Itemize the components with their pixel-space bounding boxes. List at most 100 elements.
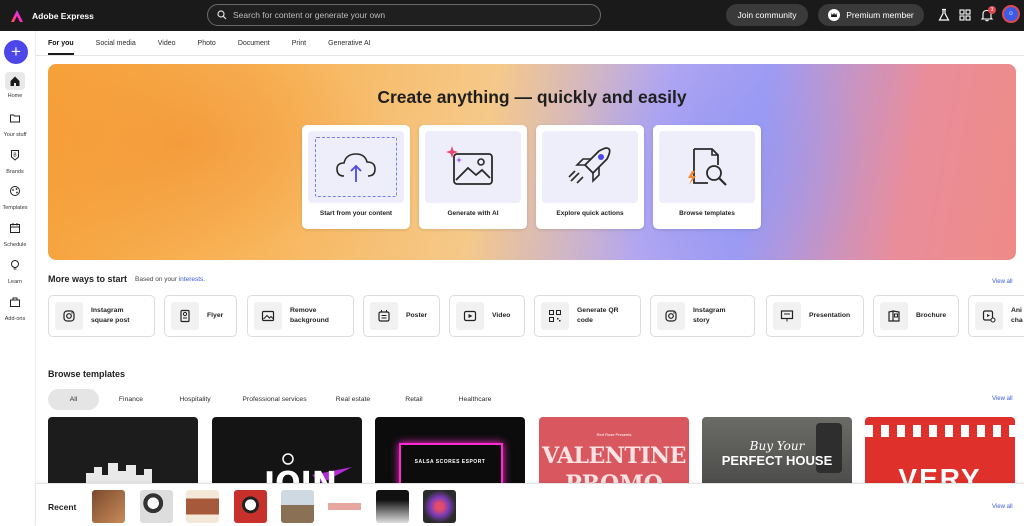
quick-action-label: background xyxy=(290,317,329,324)
tab-for-you[interactable]: For you xyxy=(48,40,74,55)
tabs-divider xyxy=(36,55,1024,56)
tab-document[interactable]: Document xyxy=(238,40,270,55)
recent-view-all-link[interactable]: View all xyxy=(992,504,1013,510)
lightbulb-icon xyxy=(11,260,19,270)
quick-action-video[interactable]: Video xyxy=(449,295,525,337)
quick-action-label: Video xyxy=(492,312,511,320)
quick-action-remove-background[interactable]: Remove background xyxy=(247,295,354,337)
recent-bar: Recent View all xyxy=(36,483,1024,526)
recent-thumbnail[interactable] xyxy=(92,490,125,523)
filter-chip-all[interactable]: All xyxy=(48,389,99,410)
card-thumbnail xyxy=(542,131,638,203)
sidebar-item-brands[interactable]: B Brands xyxy=(0,148,30,175)
quick-action-instagram-story[interactable]: Instagram story xyxy=(650,295,755,337)
premium-member-button[interactable]: Premium member xyxy=(818,4,924,26)
home-icon xyxy=(10,76,20,86)
quick-action-label: Poster xyxy=(406,312,428,320)
interests-link[interactable]: interests. xyxy=(179,276,205,283)
tab-video[interactable]: Video xyxy=(158,40,176,55)
filter-chip-professional-services[interactable]: Professional services xyxy=(227,389,322,410)
quick-action-animate[interactable]: Ani cha xyxy=(968,295,1024,337)
sidebar-item-home[interactable]: Home xyxy=(0,72,30,99)
start-from-content-card[interactable]: Start from your content xyxy=(302,125,410,229)
quick-action-generate-qr[interactable]: Generate QR code xyxy=(534,295,641,337)
calendar-icon xyxy=(10,223,20,233)
template-card[interactable] xyxy=(48,417,198,483)
recent-thumbnail[interactable] xyxy=(423,490,456,523)
sidebar-item-label: Templates xyxy=(2,205,28,211)
create-new-button[interactable]: + xyxy=(4,40,28,64)
join-community-button[interactable]: Join community xyxy=(726,4,808,26)
filter-chip-retail[interactable]: Retail xyxy=(384,389,444,410)
apps-grid-icon[interactable] xyxy=(958,8,972,22)
card-label: Explore quick actions xyxy=(556,210,624,217)
quick-action-presentation[interactable]: Presentation xyxy=(766,295,864,337)
template-card[interactable]: SALSA SCORES ESPORT xyxy=(375,417,525,483)
sidebar-item-add-ons[interactable]: Add-ons xyxy=(0,295,30,322)
recent-thumbnail[interactable] xyxy=(186,490,219,523)
template-card[interactable]: Buy Your PERFECT HOUSE xyxy=(702,417,852,483)
adobe-express-logo-icon xyxy=(11,9,23,22)
recent-thumbnail[interactable] xyxy=(234,490,267,523)
template-card[interactable]: Red Rose Presents VALENTINE PROMO xyxy=(539,417,689,483)
template-text: PERFECT HOUSE xyxy=(721,453,833,468)
filter-chip-hospitality[interactable]: Hospitality xyxy=(163,389,227,410)
recent-thumbnail[interactable] xyxy=(328,490,361,523)
brand[interactable]: Adobe Express xyxy=(10,9,94,23)
recent-label: Recent xyxy=(48,502,77,512)
explore-quick-actions-card[interactable]: Explore quick actions xyxy=(536,125,644,229)
tab-generative-ai[interactable]: Generative AI xyxy=(328,40,370,55)
quick-actions-row: Instagram square post Flyer Remove backgro… xyxy=(48,295,1024,337)
subtitle-text: Based on your xyxy=(135,276,177,283)
sidebar-item-your-stuff[interactable]: Your stuff xyxy=(0,111,30,138)
card-thumbnail xyxy=(425,131,521,203)
browse-templates-title: Browse templates xyxy=(48,369,126,379)
tab-social-media[interactable]: Social media xyxy=(96,40,136,55)
quick-action-label: code xyxy=(577,317,593,324)
card-thumbnail xyxy=(659,131,755,203)
upload-dropzone xyxy=(315,137,397,197)
cloud-upload-icon xyxy=(336,153,376,182)
tab-print[interactable]: Print xyxy=(292,40,306,55)
app-name: Adobe Express xyxy=(32,10,94,21)
recent-thumbnail[interactable] xyxy=(281,490,314,523)
quick-action-instagram-square[interactable]: Instagram square post xyxy=(48,295,155,337)
template-card[interactable]: JOIN xyxy=(212,417,362,483)
template-text: Buy Your xyxy=(749,439,805,453)
quick-action-label: Flyer xyxy=(207,312,224,320)
sidebar-item-learn[interactable]: Learn xyxy=(0,258,30,285)
generate-with-ai-card[interactable]: Generate with AI xyxy=(419,125,527,229)
more-ways-view-all-link[interactable]: View all xyxy=(992,279,1013,285)
search-input[interactable] xyxy=(233,10,573,20)
sidebar-item-label: Your stuff xyxy=(3,132,27,138)
instagram-icon xyxy=(657,302,685,330)
filter-chip-real-estate[interactable]: Real estate xyxy=(322,389,384,410)
recent-thumbnail[interactable] xyxy=(140,490,173,523)
checker-pattern xyxy=(865,425,1015,437)
filter-chip-finance[interactable]: Finance xyxy=(99,389,163,410)
sidebar-item-templates[interactable]: Templates xyxy=(0,184,30,211)
quick-action-brochure[interactable]: Brochure xyxy=(873,295,959,337)
category-tabs: For you Social media Video Photo Documen… xyxy=(48,40,393,55)
tab-photo[interactable]: Photo xyxy=(198,40,216,55)
template-card[interactable]: VERY xyxy=(865,417,1015,483)
browse-templates-card[interactable]: Browse templates xyxy=(653,125,761,229)
sidebar-item-label: Learn xyxy=(7,279,23,285)
search-box[interactable] xyxy=(207,4,601,26)
filter-chip-healthcare[interactable]: Healthcare xyxy=(444,389,506,410)
quick-action-poster[interactable]: Poster xyxy=(363,295,440,337)
card-label: Generate with AI xyxy=(447,210,499,217)
template-text: SALSA SCORES ESPORT xyxy=(414,459,486,465)
user-avatar[interactable]: ☺ xyxy=(1002,5,1020,23)
presentation-icon xyxy=(773,302,801,330)
template-subtext: Red Rose Presents xyxy=(596,432,632,437)
labs-flask-icon[interactable] xyxy=(937,8,951,22)
crown-icon xyxy=(828,9,841,21)
sidebar-item-schedule[interactable]: Schedule xyxy=(0,221,30,248)
browse-view-all-link[interactable]: View all xyxy=(992,396,1013,402)
flyer-icon xyxy=(171,302,199,330)
recent-thumbnail[interactable] xyxy=(376,490,409,523)
template-search-icon xyxy=(688,148,727,186)
template-text: VALENTINE xyxy=(542,443,686,469)
quick-action-flyer[interactable]: Flyer xyxy=(164,295,237,337)
